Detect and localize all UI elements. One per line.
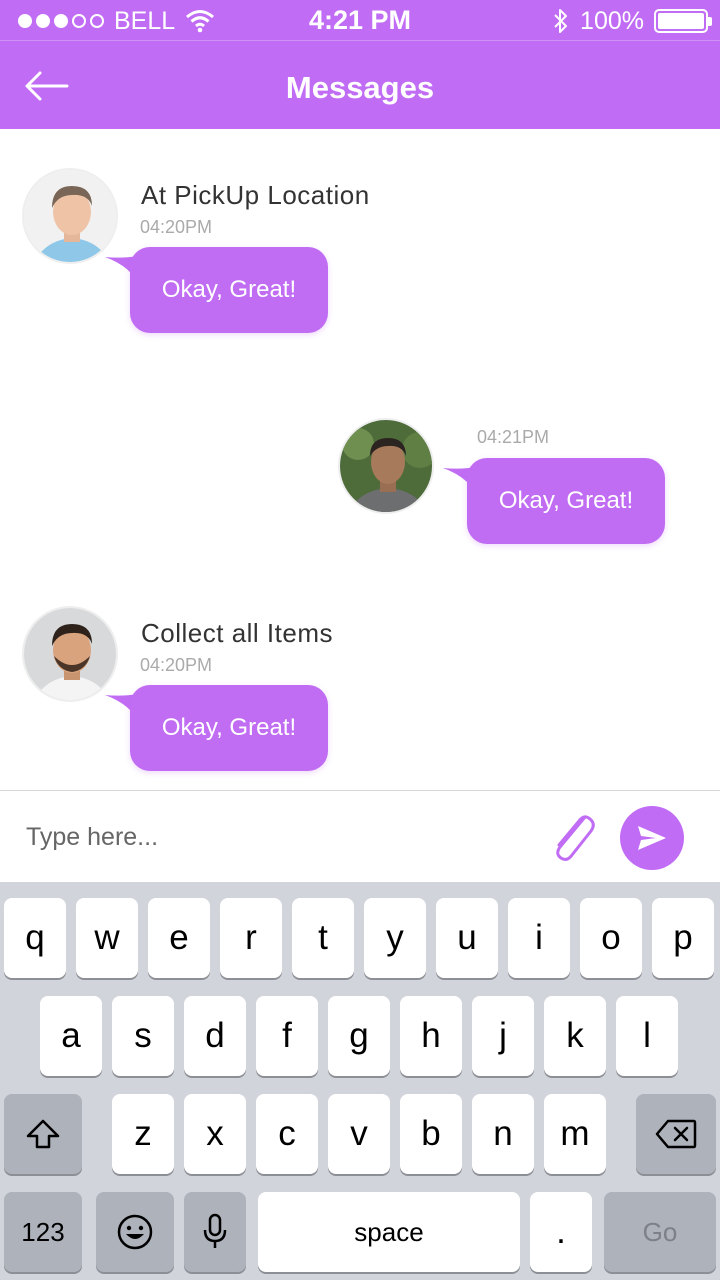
message-composer	[0, 790, 720, 882]
key-z[interactable]: z	[112, 1094, 174, 1174]
attach-button[interactable]	[546, 809, 600, 865]
person-photo-icon	[24, 608, 116, 700]
keyboard: q w e r t y u i o p a s d f g h j k l z …	[0, 882, 720, 1280]
go-key[interactable]: Go	[604, 1192, 716, 1272]
period-key[interactable]: .	[530, 1192, 592, 1272]
key-c[interactable]: c	[256, 1094, 318, 1174]
key-k[interactable]: k	[544, 996, 606, 1076]
key-l[interactable]: l	[616, 996, 678, 1076]
bluetooth-icon	[554, 9, 568, 33]
avatar[interactable]	[22, 606, 118, 702]
key-d[interactable]: d	[184, 996, 246, 1076]
key-j[interactable]: j	[472, 996, 534, 1076]
person-photo-icon	[24, 170, 116, 262]
key-m[interactable]: m	[544, 1094, 606, 1174]
message-bubble[interactable]: Okay, Great!	[467, 458, 665, 544]
key-h[interactable]: h	[400, 996, 462, 1076]
key-i[interactable]: i	[508, 898, 570, 978]
emoji-icon	[117, 1214, 153, 1250]
message-time: 04:20PM	[140, 655, 213, 675]
message-time: 04:21PM	[477, 427, 550, 447]
space-key[interactable]: space	[258, 1192, 520, 1272]
key-s[interactable]: s	[112, 996, 174, 1076]
message-input[interactable]	[26, 817, 506, 857]
status-right: 100%	[552, 6, 712, 36]
message-bubble[interactable]: Okay, Great!	[130, 685, 328, 771]
dictation-key[interactable]	[184, 1192, 246, 1272]
key-y[interactable]: y	[364, 898, 426, 978]
key-e[interactable]: e	[148, 898, 210, 978]
key-b[interactable]: b	[400, 1094, 462, 1174]
shift-arrow-icon	[26, 1119, 60, 1149]
emoji-key[interactable]	[96, 1192, 174, 1272]
key-a[interactable]: a	[40, 996, 102, 1076]
battery-icon	[654, 9, 712, 33]
key-p[interactable]: p	[652, 898, 714, 978]
paperclip-icon	[556, 815, 595, 861]
key-t[interactable]: t	[292, 898, 354, 978]
send-icon	[638, 826, 666, 850]
person-photo-icon	[340, 420, 432, 512]
sender-name: At PickUp Location	[141, 180, 370, 210]
numbers-key[interactable]: 123	[4, 1192, 82, 1272]
battery-percent: 100%	[580, 6, 644, 35]
key-q[interactable]: q	[4, 898, 66, 978]
key-n[interactable]: n	[472, 1094, 534, 1174]
backspace-icon	[655, 1119, 697, 1149]
message-time: 04:20PM	[140, 217, 213, 237]
key-w[interactable]: w	[76, 898, 138, 978]
avatar[interactable]	[22, 168, 118, 264]
sender-name: Collect all Items	[141, 618, 333, 648]
status-bar: BELL 4:21 PM 100%	[0, 0, 720, 40]
key-r[interactable]: r	[220, 898, 282, 978]
app-header: Messages	[0, 40, 720, 129]
key-x[interactable]: x	[184, 1094, 246, 1174]
send-button[interactable]	[620, 806, 684, 870]
shift-key[interactable]	[4, 1094, 82, 1174]
page-title: Messages	[285, 70, 435, 105]
key-g[interactable]: g	[328, 996, 390, 1076]
message-bubble[interactable]: Okay, Great!	[130, 247, 328, 333]
microphone-icon	[203, 1213, 227, 1248]
key-o[interactable]: o	[580, 898, 642, 978]
key-v[interactable]: v	[328, 1094, 390, 1174]
avatar[interactable]	[338, 418, 434, 514]
key-f[interactable]: f	[256, 996, 318, 1076]
key-u[interactable]: u	[436, 898, 498, 978]
backspace-key[interactable]	[636, 1094, 716, 1174]
